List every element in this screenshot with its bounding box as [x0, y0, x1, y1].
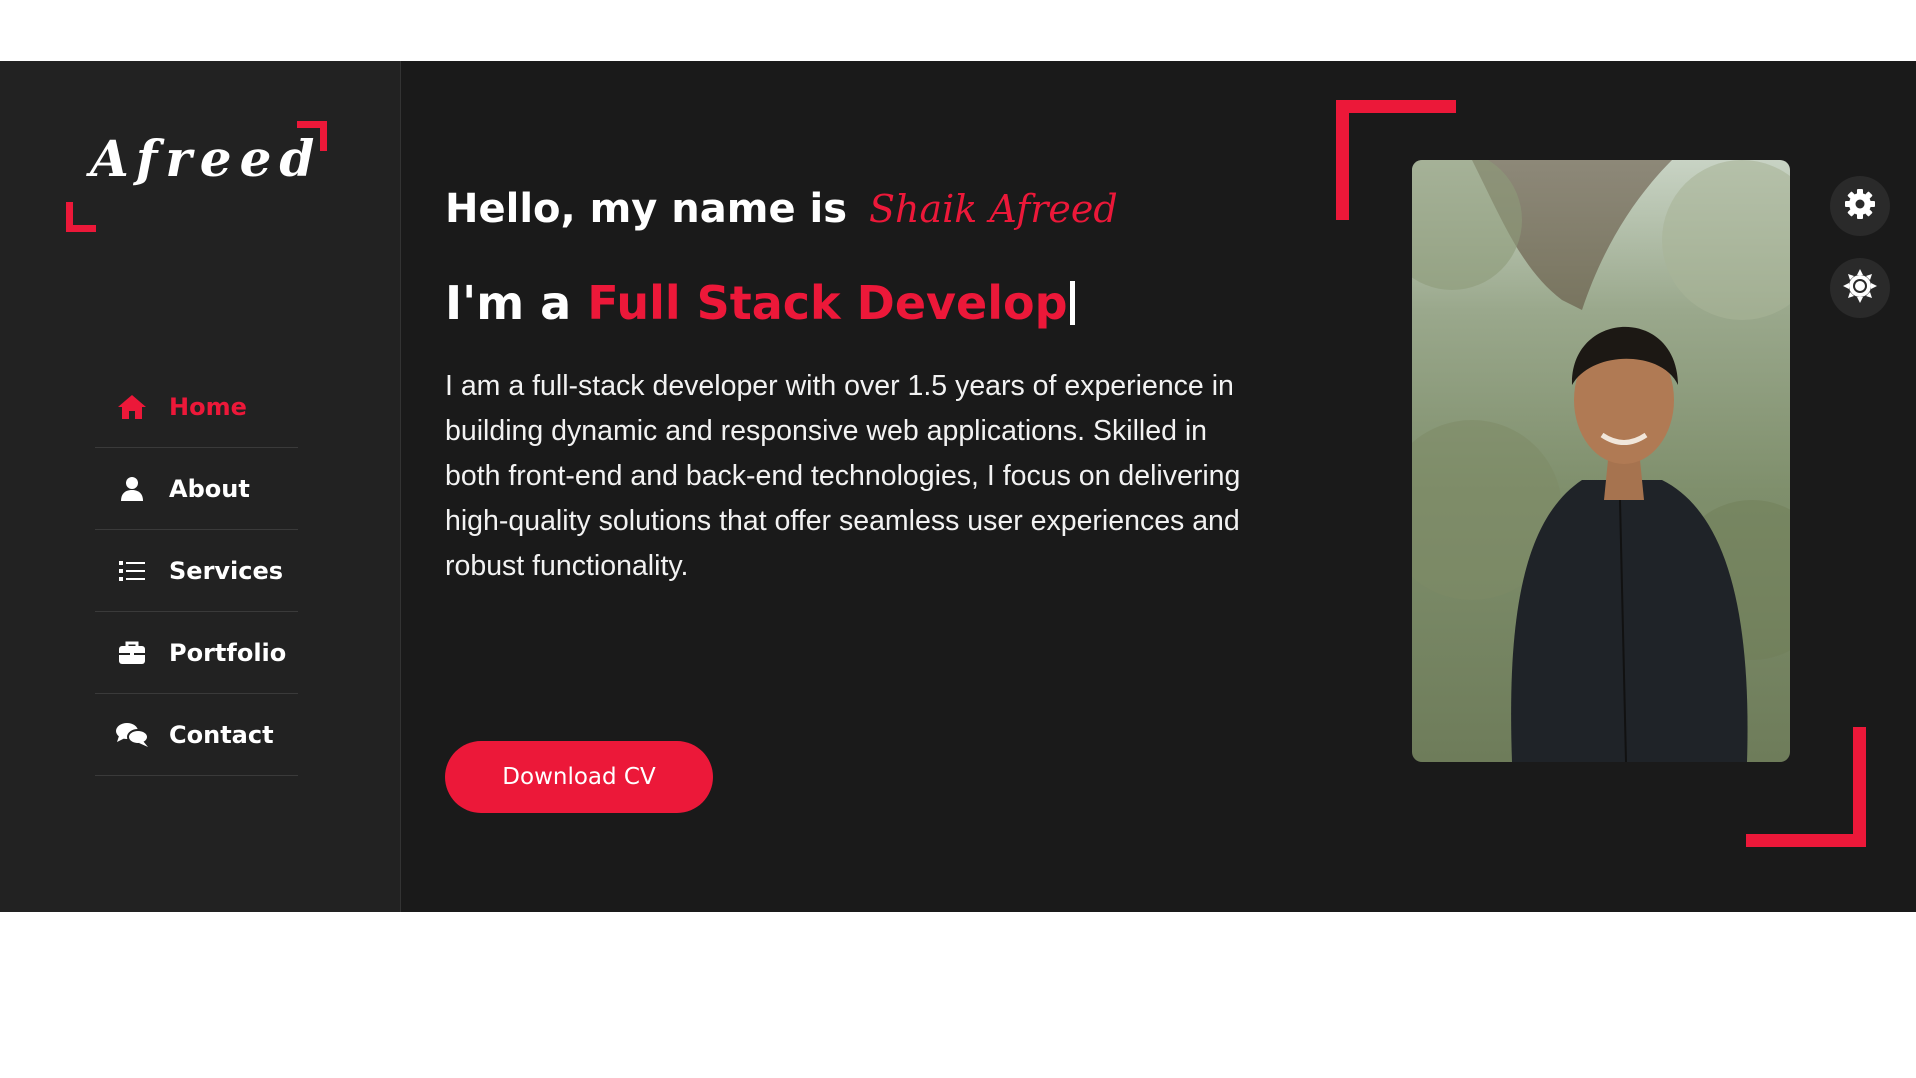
- nav-label-about: About: [169, 474, 250, 503]
- logo[interactable]: Afreed: [64, 121, 330, 232]
- nav-item-services[interactable]: Services: [95, 530, 298, 612]
- main-nav: Home About Services Portfolio Contact: [95, 366, 298, 776]
- hero-name: Shaik Afreed: [868, 187, 1118, 231]
- greeting-text: Hello, my name is: [445, 186, 848, 232]
- hero-section: Hello, my name is Shaik Afreed I'm a Ful…: [445, 61, 1345, 912]
- nav-label-home: Home: [169, 392, 247, 421]
- nav-item-contact[interactable]: Contact: [95, 694, 298, 776]
- settings-toggle-button[interactable]: [1830, 176, 1890, 236]
- role-typed: Full Stack Develop: [587, 276, 1068, 330]
- typing-caret: [1069, 281, 1075, 325]
- gear-icon: [1844, 188, 1876, 224]
- portfolio-app: Afreed Home About Services Portfolio Con…: [0, 61, 1916, 912]
- nav-label-services: Services: [169, 556, 284, 585]
- briefcase-icon: [115, 638, 149, 668]
- nav-item-portfolio[interactable]: Portfolio: [95, 612, 298, 694]
- nav-item-home[interactable]: Home: [95, 366, 298, 448]
- list-icon: [115, 556, 149, 586]
- home-icon: [115, 392, 149, 422]
- sun-icon: [1843, 269, 1877, 307]
- nav-label-portfolio: Portfolio: [169, 638, 287, 667]
- profile-photo-frame: [1336, 100, 1866, 894]
- download-cv-button[interactable]: Download CV: [445, 741, 713, 813]
- nav-item-about[interactable]: About: [95, 448, 298, 530]
- logo-text: Afreed: [90, 129, 323, 188]
- sidebar: Afreed Home About Services Portfolio Con…: [0, 61, 401, 912]
- role-heading: I'm a Full Stack Develop: [445, 276, 1075, 330]
- theme-toggle-button[interactable]: [1830, 258, 1890, 318]
- user-icon: [115, 474, 149, 504]
- role-prefix: I'm a: [445, 276, 572, 330]
- hero-description: I am a full-stack developer with over 1.…: [445, 370, 1241, 582]
- comments-icon: [115, 720, 149, 750]
- greeting-heading: Hello, my name is Shaik Afreed: [445, 186, 1118, 232]
- nav-label-contact: Contact: [169, 720, 274, 749]
- profile-photo: [1412, 160, 1790, 762]
